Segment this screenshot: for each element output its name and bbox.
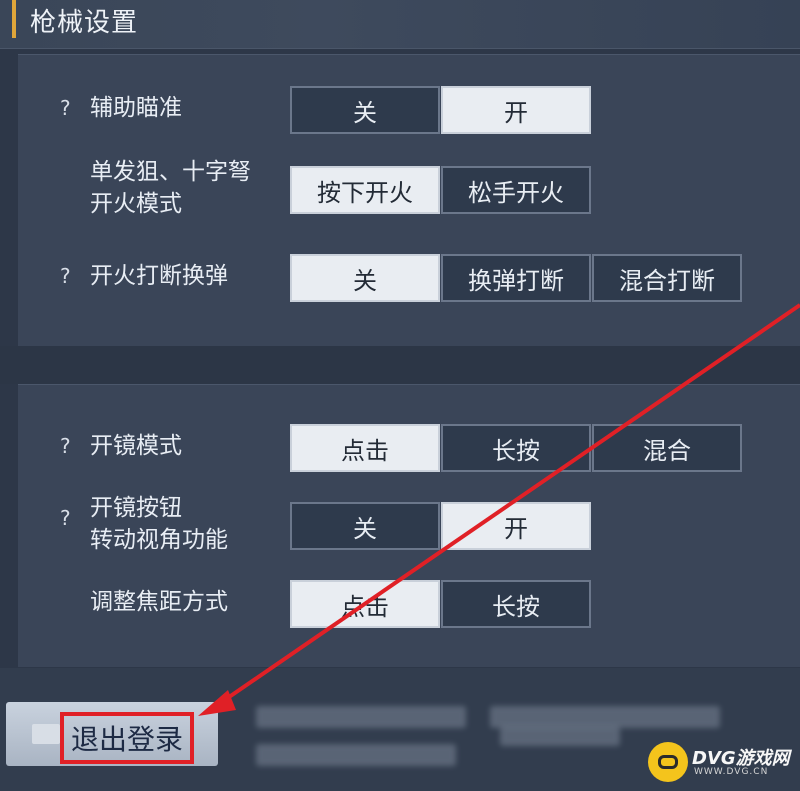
help-icon[interactable]: ? xyxy=(60,434,71,458)
redacted-text xyxy=(500,726,620,746)
redacted-text xyxy=(256,706,466,728)
setting-row: ? 辅助瞄准 关开 xyxy=(18,84,800,140)
setting-label: 调整焦距方式 xyxy=(90,586,228,618)
redacted-text xyxy=(256,744,456,766)
help-icon[interactable]: ? xyxy=(60,264,71,288)
setting-label: 单发狙、十字弩 开火模式 xyxy=(90,156,251,220)
option-button[interactable]: 开 xyxy=(441,502,591,550)
setting-label: 开镜按钮转动视角功能 xyxy=(90,492,228,556)
segmented-control: 关换弹打断 混合打断 xyxy=(290,254,743,302)
option-button[interactable]: 开 xyxy=(441,86,591,134)
option-button[interactable]: 关 xyxy=(290,254,440,302)
help-icon[interactable]: ? xyxy=(60,96,71,120)
page-title: 枪械设置 xyxy=(30,8,139,38)
segmented-control: 按下开火 松手开火 xyxy=(290,166,592,214)
segmented-control: 点击 长按 xyxy=(290,580,592,628)
segmented-control: 关开 xyxy=(290,502,592,550)
option-button[interactable]: 关 xyxy=(290,502,440,550)
option-button[interactable]: 长按 xyxy=(441,424,591,472)
setting-row: ? 开镜模式 点击 长按 混合 xyxy=(18,422,800,478)
option-button[interactable]: 点击 xyxy=(290,580,440,628)
account-icon xyxy=(32,724,60,744)
option-button[interactable]: 点击 xyxy=(290,424,440,472)
setting-row: ? 开火打断换弹 关换弹打断 混合打断 xyxy=(18,252,800,308)
option-button[interactable]: 混合打断 xyxy=(592,254,742,302)
setting-label: 辅助瞄准 xyxy=(90,92,182,124)
setting-row: 单发狙、十字弩 开火模式 按下开火 松手开火 xyxy=(18,159,800,220)
setting-row: 调整焦距方式 点击 长按 xyxy=(18,578,800,634)
setting-label-line: 开火模式 xyxy=(90,191,182,217)
setting-label-line: 开火打断换弹 xyxy=(90,263,228,289)
option-button[interactable]: 换弹打断 xyxy=(441,254,591,302)
logout-button[interactable]: 退出登录 xyxy=(60,712,194,764)
option-button[interactable]: 关 xyxy=(290,86,440,134)
segmented-control: 点击 长按 混合 xyxy=(290,424,743,472)
redacted-text xyxy=(490,706,720,728)
setting-label-line: 转动视角功能 xyxy=(90,527,228,553)
option-button[interactable]: 混合 xyxy=(592,424,742,472)
panel-divider xyxy=(0,346,800,384)
gamepad-logo-icon xyxy=(648,742,688,782)
setting-label-line: 单发狙、十字弩 xyxy=(90,159,251,185)
header-accent-bar xyxy=(12,0,16,38)
option-button[interactable]: 按下开火 xyxy=(290,166,440,214)
setting-label: 开镜模式 xyxy=(90,430,182,462)
setting-label-line: 开镜模式 xyxy=(90,433,182,459)
help-icon[interactable]: ? xyxy=(60,506,71,530)
setting-row: ? 开镜按钮转动视角功能 关开 xyxy=(18,495,800,556)
setting-label-line: 开镜按钮 xyxy=(90,495,182,521)
segmented-control: 关开 xyxy=(290,86,592,134)
watermark-url: WWW.DVG.CN xyxy=(694,767,769,777)
option-button[interactable]: 松手开火 xyxy=(441,166,591,214)
setting-label: 开火打断换弹 xyxy=(90,260,228,292)
option-button[interactable]: 长按 xyxy=(441,580,591,628)
settings-header: 枪械设置 xyxy=(0,0,800,49)
setting-label-line: 调整焦距方式 xyxy=(90,589,228,615)
watermark: DVG游戏网 WWW.DVG.CN xyxy=(648,742,794,786)
setting-label-line: 辅助瞄准 xyxy=(90,95,182,121)
